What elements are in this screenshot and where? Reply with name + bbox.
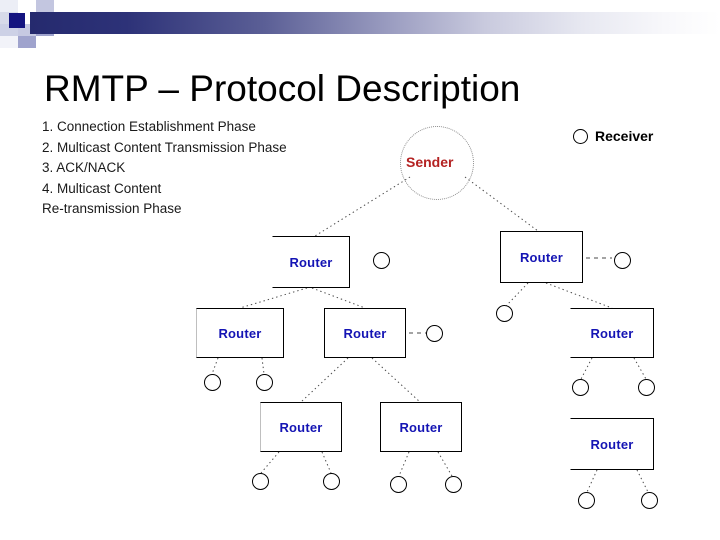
- link-line: [211, 357, 219, 375]
- link-line: [580, 357, 593, 380]
- receiver-node[interactable]: [203, 373, 221, 391]
- router-label: Router: [218, 325, 262, 341]
- link-line: [398, 451, 410, 477]
- receiver-node[interactable]: [389, 475, 407, 493]
- router-label: Router: [289, 254, 333, 270]
- router-node[interactable]: Router: [380, 402, 462, 452]
- router-label: Router: [519, 249, 564, 265]
- legend-label-receiver: Receiver: [595, 128, 654, 144]
- receiver-node[interactable]: [495, 304, 513, 322]
- router-label: Router: [279, 419, 323, 435]
- link-line: [261, 357, 265, 375]
- link-line: [311, 287, 366, 309]
- legend: Receiver: [573, 128, 653, 144]
- link-line: [437, 451, 453, 477]
- router-node[interactable]: Router: [324, 308, 406, 358]
- receiver-node[interactable]: [255, 373, 273, 391]
- router-node[interactable]: Router: [570, 418, 654, 470]
- router-label: Router: [590, 436, 634, 452]
- router-node[interactable]: Router: [272, 236, 350, 288]
- header-gradient-bar: [30, 12, 720, 34]
- link-line: [464, 176, 539, 232]
- decorative-square: [0, 0, 18, 12]
- receiver-node[interactable]: [444, 475, 462, 493]
- receiver-node[interactable]: [372, 251, 390, 269]
- decorative-square: [0, 36, 18, 48]
- link-line: [371, 357, 421, 403]
- phase-item: 1. Connection Establishment Phase: [42, 119, 256, 134]
- receiver-node[interactable]: [571, 378, 589, 396]
- phase-item: 3. ACK/NACK: [42, 160, 126, 175]
- receiver-node[interactable]: [613, 251, 631, 269]
- router-label: Router: [399, 419, 443, 435]
- receiver-node[interactable]: [637, 378, 655, 396]
- page-title: RMTP – Protocol Description: [44, 68, 521, 109]
- router-node[interactable]: Router: [260, 402, 342, 452]
- phase-item: 4. Multicast Content Re-transmission Pha…: [42, 180, 182, 217]
- link-line: [633, 357, 647, 380]
- link-line: [505, 282, 529, 307]
- link-line: [636, 469, 649, 493]
- slide-decoration: [0, 0, 720, 56]
- decorative-square: [18, 36, 36, 48]
- router-node[interactable]: Router: [196, 308, 284, 358]
- receiver-node[interactable]: [322, 472, 340, 490]
- sender-label: Sender: [406, 154, 454, 170]
- router-node[interactable]: Router: [500, 231, 583, 283]
- link-line: [321, 451, 332, 474]
- protocol-phase-list: 1. Connection Establishment Phase 2. Mult…: [42, 117, 332, 220]
- link-line: [545, 282, 613, 309]
- router-label: Router: [343, 325, 387, 341]
- receiver-node[interactable]: [577, 491, 595, 509]
- link-line: [586, 469, 598, 493]
- link-line: [300, 357, 349, 403]
- receiver-node[interactable]: [640, 491, 658, 509]
- router-label: Router: [590, 325, 634, 341]
- router-node[interactable]: Router: [570, 308, 654, 358]
- receiver-circle-icon: [573, 128, 588, 144]
- receiver-node[interactable]: [251, 472, 269, 490]
- receiver-node[interactable]: [425, 324, 443, 342]
- link-line: [260, 451, 280, 474]
- decorative-square: [36, 0, 54, 12]
- decorative-accent-square: [9, 13, 25, 28]
- link-line: [239, 287, 308, 309]
- phase-item: 2. Multicast Content Transmission Phase: [42, 139, 287, 155]
- decorative-square: [18, 0, 36, 12]
